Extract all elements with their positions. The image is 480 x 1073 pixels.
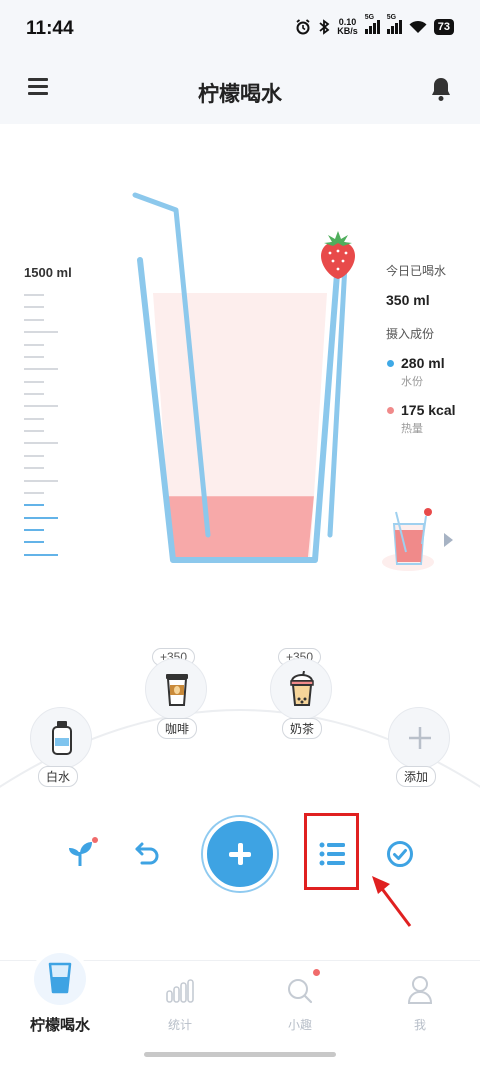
highlight-box <box>304 813 359 890</box>
nav-label-me: 我 <box>413 1018 426 1032</box>
water-label: 水份 <box>401 376 423 388</box>
bluetooth-icon <box>319 19 330 35</box>
water-bottle-icon <box>52 721 72 755</box>
signal-icon-2: 5G <box>386 14 402 34</box>
next-arrow-icon[interactable] <box>444 533 453 547</box>
water-drink-button[interactable] <box>30 707 92 769</box>
notification-dot <box>313 969 320 976</box>
glass-illustration <box>120 185 370 585</box>
intake-label: 摄入成份 <box>386 327 435 341</box>
water-dot <box>387 360 394 367</box>
undo-icon[interactable] <box>134 840 162 866</box>
add-drink-label: 添加 <box>396 766 437 787</box>
plus-icon <box>409 727 431 749</box>
bell-icon[interactable] <box>430 76 452 102</box>
milktea-drink-button[interactable] <box>270 658 332 720</box>
check-circle-icon[interactable] <box>386 840 414 868</box>
add-drink-button[interactable] <box>388 707 450 769</box>
status-icons: 0.10 KB/s 5G 5G 73 <box>295 14 454 36</box>
search-icon <box>288 979 313 1004</box>
net-speed: 0.10 KB/s <box>337 18 358 36</box>
sprout-icon[interactable] <box>66 836 100 868</box>
battery-indicator: 73 <box>433 19 454 35</box>
red-arrow-icon <box>372 876 412 927</box>
status-bar: 11:44 0.10 KB/s 5G 5G 73 <box>0 0 480 60</box>
signal-label-2: 5G <box>386 14 397 21</box>
milk-tea-icon <box>290 671 314 706</box>
water-value: 280 ml <box>401 355 445 371</box>
coffee-cup-icon <box>166 674 188 706</box>
nav-active-bubble <box>34 953 86 1005</box>
chart-icon <box>166 979 194 1003</box>
page-title: 柠檬喝水 <box>198 83 282 106</box>
calorie-value: 175 kcal <box>401 402 456 418</box>
app-header: 柠檬喝水 <box>0 60 480 124</box>
today-label: 今日已喝水 <box>386 264 447 278</box>
signal-icon: 5G <box>364 14 380 34</box>
alarm-icon <box>296 19 310 35</box>
nav-label-home: 柠檬喝水 <box>29 1017 90 1034</box>
intake-summary: 今日已喝水 350 ml 摄入成份 280 ml 水份 175 kcal 热量 <box>386 262 476 436</box>
net-speed-unit: KB/s <box>337 26 358 36</box>
home-indicator <box>144 1052 336 1057</box>
coffee-drink-button[interactable] <box>145 658 207 720</box>
calorie-intake: 175 kcal 热量 <box>386 402 476 436</box>
person-icon <box>407 976 433 1004</box>
water-intake: 280 ml 水份 <box>386 355 476 389</box>
signal-label: 5G <box>364 14 375 21</box>
glass-icon <box>48 962 72 994</box>
drink-level <box>167 496 314 557</box>
coffee-drink-label: 咖啡 <box>157 718 198 739</box>
water-drink-label: 白水 <box>38 766 79 787</box>
nav-label-stats: 统计 <box>167 1018 192 1032</box>
water-scale <box>24 294 64 564</box>
wifi-icon <box>409 20 427 33</box>
nav-label-discover: 小趣 <box>287 1018 312 1032</box>
milktea-drink-label: 奶茶 <box>282 718 323 739</box>
status-time: 11:44 <box>26 18 74 39</box>
drink-style-thumbnail[interactable] <box>382 504 438 572</box>
capacity-label: 1500 ml <box>24 265 72 280</box>
add-water-button[interactable] <box>203 817 277 891</box>
calorie-label: 热量 <box>401 423 423 435</box>
today-value: 350 ml <box>386 292 430 308</box>
calorie-dot <box>387 407 394 414</box>
strawberry-icon <box>321 231 355 279</box>
